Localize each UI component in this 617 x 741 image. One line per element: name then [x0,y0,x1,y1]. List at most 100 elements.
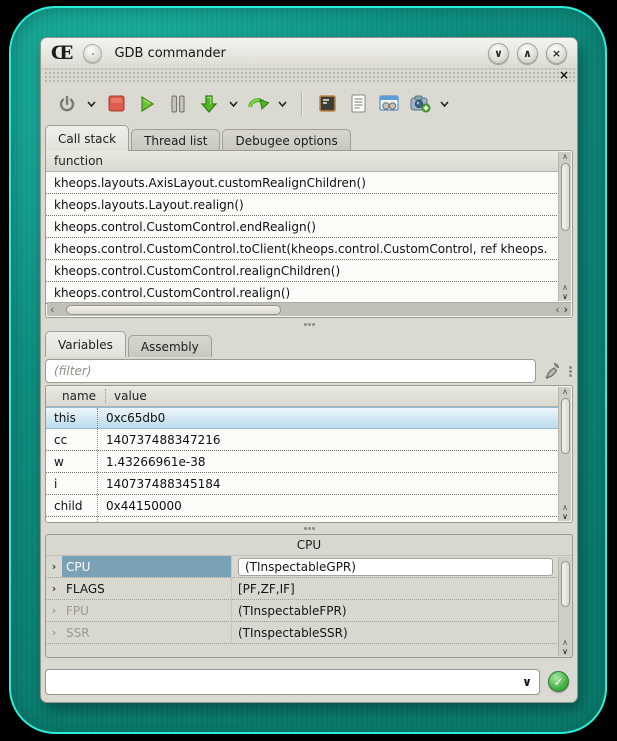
variable-row[interactable]: this 0xc65db0 [46,407,559,429]
tab-thread-list[interactable]: Thread list [131,129,220,151]
scroll-up-icon[interactable]: ∧ [562,387,568,396]
variables-vertical-scrollbar[interactable]: ∧ ∧ ∨ [558,387,571,521]
close-button[interactable]: × [546,43,567,64]
disassembly-button[interactable] [346,92,370,116]
callstack-column-header[interactable]: function [46,151,559,172]
combo-dropdown-icon[interactable]: ∨ [515,675,539,689]
scroll-up-icon[interactable]: ∧ [562,503,568,512]
cpu-vertical-scrollbar[interactable]: ∧ ∨ [558,557,571,656]
callstack-horizontal-scrollbar[interactable]: ‹ ‹ › [47,302,571,316]
callstack-vertical-scrollbar[interactable]: ∧ ∧ ∨ [558,152,571,301]
step-over-icon [247,94,269,114]
variables-header[interactable]: name value [46,386,559,407]
pause-icon [170,95,186,113]
scroll-thumb[interactable] [561,163,570,231]
filter-input[interactable] [45,359,536,383]
scroll-left-icon[interactable]: ‹ [50,305,54,314]
callstack-row[interactable]: kheops.control.CustomControl.realign() [46,282,559,304]
step-into-button[interactable] [197,92,221,116]
callstack-row[interactable]: kheops.layouts.Layout.realign() [46,194,559,216]
variable-row[interactable]: w 1.43266961e-38 [46,451,559,473]
column-name[interactable]: name [54,389,106,403]
cpu-register-row[interactable]: › FPU (TInspectableFPR) [46,600,559,622]
gdb-commander-window: Œ GDB commander ∨ ∧ × × [40,37,578,703]
stop-icon [108,95,125,112]
memory-chip-icon [318,94,337,113]
scroll-thumb[interactable] [561,561,570,607]
step-into-icon [199,94,219,114]
expander-icon[interactable]: › [46,578,62,599]
scroll-down-icon[interactable]: ∨ [562,512,568,521]
splitter-handle[interactable] [41,523,577,534]
command-bar: ∨ ✓ [41,667,577,702]
tab-assembly[interactable]: Assembly [128,335,212,357]
panel-splitter-handle[interactable] [569,370,572,373]
dock-drag-handle[interactable]: × [43,69,575,83]
variable-row[interactable]: h 1.43266961e-38 [46,517,559,523]
filter-row [41,357,577,385]
debug-toolbar [41,83,577,124]
add-snapshot-button[interactable] [408,92,432,116]
column-value[interactable]: value [106,389,147,403]
variable-row[interactable]: child 0x44150000 [46,495,559,517]
step-into-dropdown[interactable] [228,92,239,116]
scroll-thumb[interactable] [561,398,570,454]
maximize-button[interactable]: ∧ [517,43,538,64]
window-title: GDB commander [114,46,225,61]
variable-row[interactable]: cc 140737488347216 [46,429,559,451]
minimize-button[interactable]: ∨ [488,43,509,64]
splitter-handle[interactable] [41,318,577,330]
inspector-tabbar: Variables Assembly [41,330,577,357]
scroll-left-icon[interactable]: ‹ [555,305,559,314]
step-over-button[interactable] [246,92,270,116]
callstack-row[interactable]: kheops.control.CustomControl.endRealign(… [46,216,559,238]
titlebar[interactable]: Œ GDB commander ∨ ∧ × [41,38,577,69]
power-button[interactable] [55,92,79,116]
expander-icon[interactable]: › [46,556,62,577]
scroll-thumb[interactable] [66,305,281,315]
cpu-panel: CPU › CPU (TInspectableGPR) › FLAGS [PF,… [45,534,573,658]
cpu-register-row[interactable]: › CPU (TInspectableGPR) [46,556,559,578]
variables-panel: name value this 0xc65db0 cc 140737488347… [45,385,573,523]
pause-button[interactable] [166,92,190,116]
add-snapshot-dropdown[interactable] [439,92,450,116]
tab-debugee-options[interactable]: Debugee options [222,129,350,151]
stop-button[interactable] [104,92,128,116]
tab-call-stack[interactable]: Call stack [45,125,129,151]
window-menu-knob[interactable] [83,44,102,63]
scroll-down-icon[interactable]: ∨ [562,292,568,301]
disassembly-icon [350,94,367,113]
scroll-right-icon[interactable]: › [564,305,568,314]
variable-row[interactable]: i 140737488345184 [46,473,559,495]
register-value-field[interactable]: (TInspectableGPR) [238,558,553,576]
tab-variables[interactable]: Variables [45,331,126,357]
scroll-up-icon[interactable]: ∧ [562,152,568,161]
command-input[interactable] [46,675,515,689]
scroll-down-icon[interactable]: ∨ [562,647,568,656]
callstack-tabbar: Call stack Thread list Debugee options [41,124,577,151]
broom-icon[interactable] [542,361,562,381]
expander-icon[interactable]: › [46,622,62,643]
callstack-row[interactable]: kheops.control.CustomControl.toClient(kh… [46,238,559,260]
cpu-register-row[interactable]: › FLAGS [PF,ZF,IF] [46,578,559,600]
power-dropdown[interactable] [86,92,97,116]
dock-close-icon[interactable]: × [559,69,569,82]
run-button[interactable] [135,92,159,116]
expander-icon[interactable]: › [46,600,62,621]
scroll-up-icon[interactable]: ∧ [562,638,568,647]
callstack-row[interactable]: kheops.control.CustomControl.realignChil… [46,260,559,282]
callstack-panel: function kheops.layouts.AxisLayout.custo… [45,150,573,318]
run-icon [138,95,156,113]
cpu-register-row[interactable]: › SSR (TInspectableSSR) [46,622,559,644]
callstack-row[interactable]: kheops.layouts.AxisLayout.customRealignC… [46,172,559,194]
power-icon [58,95,76,113]
scroll-up-icon[interactable]: ∧ [562,283,568,292]
toolbar-separator [301,92,302,116]
memory-chip-button[interactable] [315,92,339,116]
step-over-dropdown[interactable] [277,92,288,116]
watch-window-button[interactable] [377,92,401,116]
app-logo-icon: Œ [51,44,71,63]
confirm-button[interactable]: ✓ [548,671,569,692]
cpu-panel-title: CPU [46,535,572,556]
command-combobox[interactable]: ∨ [45,669,540,695]
